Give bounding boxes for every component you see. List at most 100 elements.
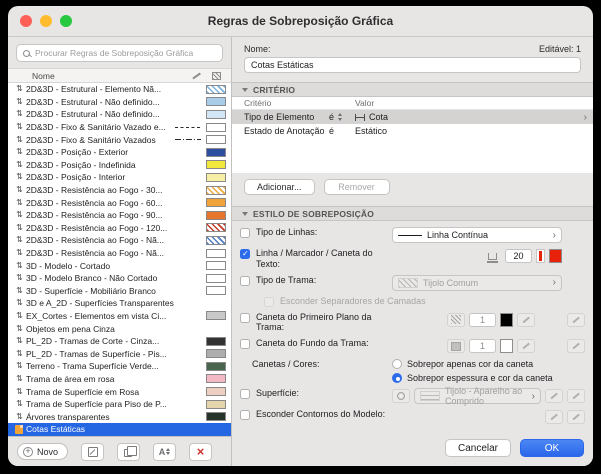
rule-list-item[interactable]: ⇅ EX_Cortes - Elementos em vista Ci... — [8, 310, 231, 323]
rule-list-item[interactable]: ⇅ Trama de Superfície para Piso de P... — [8, 398, 231, 411]
pen-color-swatch[interactable] — [549, 249, 562, 263]
zoom-button[interactable] — [60, 15, 72, 27]
sort-rules-button[interactable] — [153, 442, 177, 461]
line-pen-column-icon — [192, 72, 201, 79]
fill-type-checkbox[interactable] — [240, 275, 250, 286]
rule-name: 2D&3D - Posição - Exterior — [26, 147, 129, 158]
rule-name: 3D - Superfície - Mobiliário Branco — [26, 285, 156, 296]
contour-option-button-2[interactable] — [567, 410, 585, 425]
rule-list-item[interactable]: ⇅ 2D&3D - Resistência ao Fogo - Nã... — [8, 234, 231, 247]
criterion-operator[interactable]: é — [329, 126, 355, 136]
rule-color-swatch — [206, 387, 226, 397]
override-style-section-header[interactable]: ESTILO DE SOBREPOSIÇÃO — [232, 206, 593, 221]
hide-layer-separators-checkbox[interactable] — [264, 296, 274, 307]
remove-criterion-button[interactable]: Remover — [323, 179, 390, 195]
search-box[interactable] — [16, 44, 223, 62]
list-column-header[interactable]: Nome — [8, 68, 231, 83]
graphic-override-rules-dialog: Regras de Sobreposição Gráfica Nome ⇅2D&… — [8, 6, 593, 466]
rule-list-item[interactable]: ⇅ 2D&3D - Estrutural - Elemento Nã... — [8, 83, 231, 96]
search-input[interactable] — [35, 48, 216, 58]
contour-option-button-1[interactable] — [545, 410, 563, 425]
rule-list-item[interactable]: ⇅ 2D&3D - Fixo & Sanitário Vazado e... — [8, 121, 231, 134]
surface-dropdown[interactable]: Tijolo - Aparelho ao Comprido — [414, 386, 541, 406]
rule-list-item[interactable]: ⇅ 2D&3D - Posição - Interior — [8, 171, 231, 184]
fill-foreground-pen-checkbox[interactable] — [240, 312, 250, 323]
rule-color-swatch — [206, 261, 226, 271]
rule-name: Árvores transparentes — [26, 411, 110, 422]
fill-type-dropdown[interactable]: Tijolo Comum — [392, 274, 562, 291]
minimize-button[interactable] — [40, 15, 52, 27]
override-color-only-option[interactable]: Sobrepor apenas cor da caneta — [392, 359, 533, 370]
ok-button[interactable]: OK — [520, 439, 584, 457]
add-criterion-button[interactable]: Adicionar... — [244, 179, 315, 195]
disclosure-triangle-icon — [242, 211, 248, 216]
surface-checkbox[interactable] — [240, 389, 250, 400]
rule-list-item[interactable]: ⇅ Trama de área em rosa — [8, 373, 231, 386]
updown-arrows-icon: ⇅ — [16, 122, 23, 132]
background-pen-picker-button[interactable] — [567, 339, 585, 354]
rule-list-item[interactable]: ⇅ 2D&3D - Resistência ao Fogo - 60... — [8, 196, 231, 209]
rule-list-item[interactable]: ⇅ 3D e A_2D - Superfícies Transparentes — [8, 297, 231, 310]
criterion-operator[interactable]: é — [329, 112, 355, 122]
rule-list-item[interactable]: Cotas Estáticas — [8, 423, 231, 436]
rule-list-item[interactable]: ⇅ 2D&3D - Resistência ao Fogo - 30... — [8, 184, 231, 197]
rule-list-item[interactable]: ⇅ 2D&3D - Posição - Indefinida — [8, 159, 231, 172]
criteria-row[interactable]: Estado de Anotação é Estático — [232, 124, 593, 138]
rule-list-item[interactable]: ⇅ 2D&3D - Resistência ao Fogo - 90... — [8, 209, 231, 222]
background-pen-field[interactable]: 1 — [469, 339, 496, 354]
foreground-pen-color-swatch[interactable] — [500, 312, 513, 327]
new-rule-button[interactable]: Novo — [17, 443, 69, 460]
paint-uncut-surfaces-button[interactable] — [567, 389, 585, 404]
updown-arrows-icon: ⇅ — [16, 373, 23, 383]
pen-weight-field[interactable]: 20 — [505, 249, 532, 263]
rule-list-item[interactable]: ⇅ Árvores transparentes — [8, 410, 231, 423]
criteria-row[interactable]: Tipo de Elemento é Cota — [232, 110, 593, 124]
rule-name-input[interactable] — [244, 57, 581, 73]
criterion-value[interactable]: Estático — [355, 126, 587, 136]
background-pen-color-swatch[interactable] — [500, 339, 513, 354]
foreground-pen-picker-button[interactable] — [567, 312, 585, 327]
rule-list-item[interactable]: ⇅ 2D&3D - Resistência ao Fogo - 120... — [8, 222, 231, 235]
fill-type-label: Tipo de Trama: — [256, 274, 317, 285]
foreground-pen-field[interactable]: 1 — [469, 312, 496, 327]
rule-list-item[interactable]: ⇅ 2D&3D - Estrutural - Não definido... — [8, 96, 231, 109]
fill-column-icon — [212, 71, 221, 80]
foreground-pen-style-button[interactable] — [517, 312, 535, 327]
duplicate-icon — [123, 445, 137, 457]
line-type-checkbox[interactable] — [240, 228, 250, 238]
rule-name: 2D&3D - Fixo & Sanitário Vazado e... — [26, 122, 166, 133]
duplicate-rule-button[interactable] — [117, 442, 141, 461]
criteria-section-header[interactable]: CRITÉRIO — [232, 82, 593, 97]
fill-background-pen-checkbox[interactable] — [240, 339, 250, 350]
hide-model-contours-checkbox[interactable] — [240, 410, 250, 421]
rule-name: 2D&3D - Estrutural - Não definido... — [26, 96, 160, 107]
rule-name: PL_2D - Tramas de Superfície - Pis... — [26, 348, 167, 359]
cancel-button[interactable]: Cancelar — [444, 439, 511, 457]
criterion-value[interactable]: Cota — [355, 112, 584, 122]
updown-arrows-icon: ⇅ — [16, 285, 23, 295]
override-weight-and-color-option[interactable]: Sobrepor espessura e cor da caneta — [392, 373, 553, 384]
rule-list-item[interactable]: ⇅ 2D&3D - Posição - Exterior — [8, 146, 231, 159]
rule-list-item[interactable]: ⇅ 3D - Modelo Branco - Não Cortado — [8, 272, 231, 285]
rule-list-item[interactable]: ⇅ Objetos em pena Cinza — [8, 322, 231, 335]
rule-list-item[interactable]: ⇅ 2D&3D - Estrutural - Não definido... — [8, 108, 231, 121]
rule-list-item[interactable]: ⇅ Terreno - Trama Superfície Verde... — [8, 360, 231, 373]
criterion-value-text: Estático — [355, 126, 388, 136]
line-type-dropdown[interactable]: Linha Contínua — [392, 227, 562, 243]
line-type-label: Tipo de Linhas: — [256, 227, 318, 237]
paint-cut-surfaces-button[interactable] — [545, 389, 563, 404]
rule-list-item[interactable]: ⇅ Trama de Superfície em Rosa — [8, 385, 231, 398]
text-pen-checkbox[interactable] — [240, 249, 250, 259]
rule-list-item[interactable]: ⇅ 3D - Modelo - Cortado — [8, 259, 231, 272]
background-pen-style-button[interactable] — [517, 339, 535, 354]
close-button[interactable] — [20, 15, 32, 27]
rule-list-item[interactable]: ⇅ 2D&3D - Fixo & Sanitário Vazados — [8, 133, 231, 146]
titlebar[interactable]: Regras de Sobreposição Gráfica — [8, 6, 593, 37]
rename-rule-button[interactable] — [81, 442, 105, 461]
rule-list-item[interactable]: ⇅ 3D - Superfície - Mobiliário Branco — [8, 285, 231, 298]
rule-list-item[interactable]: ⇅ 2D&3D - Resistência ao Fogo - Nã... — [8, 247, 231, 260]
rule-list-item[interactable]: ⇅ PL_2D - Tramas de Corte - Cinza... — [8, 335, 231, 348]
rule-color-swatch — [206, 399, 226, 409]
delete-rule-button[interactable] — [189, 442, 213, 461]
rule-list-item[interactable]: ⇅ PL_2D - Tramas de Superfície - Pis... — [8, 347, 231, 360]
